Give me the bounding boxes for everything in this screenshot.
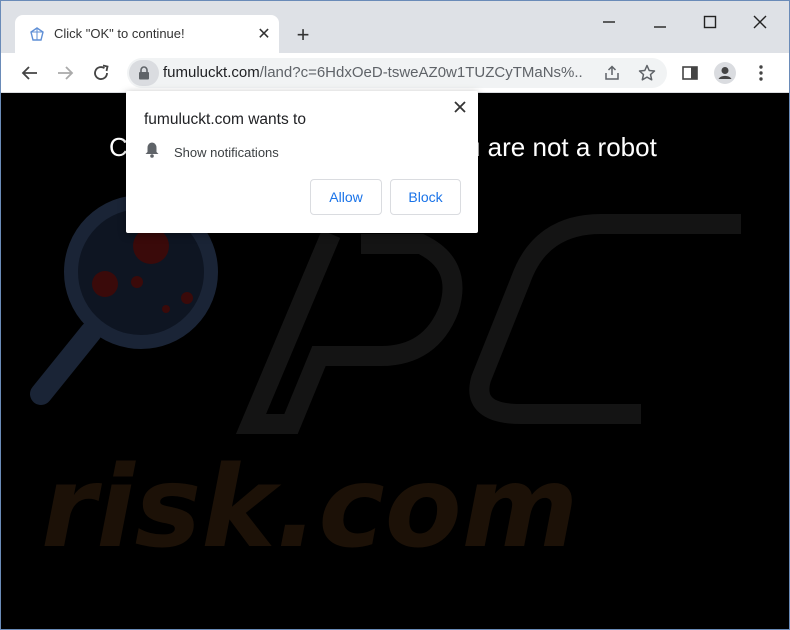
- active-tab[interactable]: Click "OK" to continue! ✕: [15, 15, 279, 53]
- popup-title: fumuluckt.com wants to: [144, 111, 306, 128]
- allow-button[interactable]: Allow: [310, 179, 382, 215]
- reload-button[interactable]: [88, 60, 114, 86]
- minimize-icon[interactable]: [597, 11, 621, 33]
- back-button[interactable]: [17, 60, 43, 86]
- tab-title: Click "OK" to continue!: [54, 26, 185, 41]
- tab-strip: Click "OK" to continue! ✕ +: [1, 1, 789, 53]
- forward-button[interactable]: [52, 60, 78, 86]
- lock-icon[interactable]: [129, 60, 159, 86]
- close-icon[interactable]: [748, 11, 772, 33]
- popup-close-icon[interactable]: [451, 98, 469, 116]
- minimize-window-button[interactable]: [648, 11, 672, 33]
- permission-label: Show notifications: [174, 144, 279, 160]
- headline-right: u are not a robot: [466, 132, 657, 162]
- toolbar: fumuluckt.com/land?c=6HdxOeD-tsweAZ0w1TU…: [1, 53, 789, 93]
- headline-left: C: [109, 132, 128, 162]
- globe-favicon-icon: [28, 26, 46, 44]
- address-bar[interactable]: fumuluckt.com/land?c=6HdxOeD-tsweAZ0w1TU…: [127, 58, 667, 88]
- maximize-icon[interactable]: [698, 11, 722, 33]
- permission-row: Show notifications: [144, 142, 279, 162]
- watermark-text: risk.com: [41, 443, 578, 573]
- browser-window: Click "OK" to continue! ✕ + fumuluckt.co…: [0, 0, 790, 630]
- block-button[interactable]: Block: [390, 179, 461, 215]
- url-path: /land?c=6HdxOeD-tsweAZ0w1TUZCyTMaNs%...: [259, 64, 583, 81]
- tab-close-icon[interactable]: ✕: [255, 25, 273, 43]
- notification-permission-popup: fumuluckt.com wants to Show notification…: [126, 91, 478, 233]
- new-tab-button[interactable]: +: [291, 23, 315, 47]
- profile-avatar-icon[interactable]: [713, 61, 737, 85]
- bookmark-star-icon[interactable]: [636, 62, 658, 84]
- menu-kebab-icon[interactable]: [749, 61, 773, 85]
- side-panel-icon[interactable]: [678, 61, 702, 85]
- url-text[interactable]: fumuluckt.com/land?c=6HdxOeD-tsweAZ0w1TU…: [163, 64, 583, 81]
- share-icon[interactable]: [601, 62, 623, 84]
- bell-icon: [144, 141, 160, 163]
- url-host: fumuluckt.com: [163, 64, 260, 81]
